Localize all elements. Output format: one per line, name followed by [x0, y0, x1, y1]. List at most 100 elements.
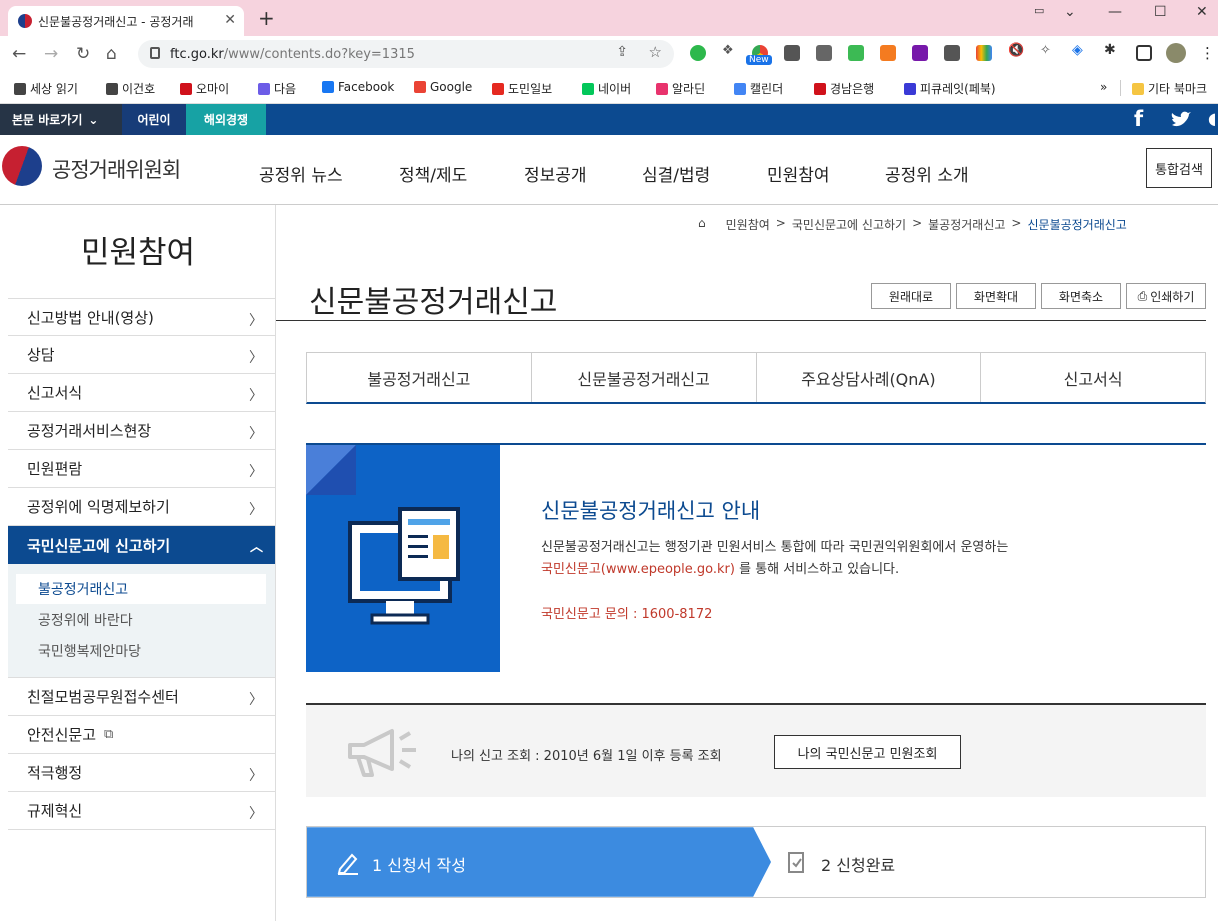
- bookmark-item[interactable]: 캘린더: [734, 80, 783, 97]
- sidebar-item-label: 공정거래서비스현장: [27, 422, 152, 440]
- info-title: 신문불공정거래신고 안내: [541, 499, 761, 523]
- tab-qna[interactable]: 주요상담사례(QnA): [757, 353, 982, 402]
- more-sns-icon[interactable]: ◖: [1208, 109, 1216, 128]
- back-icon[interactable]: ←: [12, 44, 26, 64]
- integrated-search-button[interactable]: 통합검색: [1146, 148, 1212, 188]
- sidebar-item-forms[interactable]: 신고서식 〉: [8, 374, 275, 412]
- profile-avatar[interactable]: [1166, 43, 1186, 63]
- ftc-logo-icon[interactable]: [2, 146, 42, 186]
- bookmark-star-icon[interactable]: ☆: [649, 43, 662, 61]
- breadcrumb-item[interactable]: 민원참여: [726, 216, 770, 233]
- tab-search-icon[interactable]: ▭: [1034, 4, 1044, 17]
- sidebar-item-epeople[interactable]: 국민신문고에 신고하기 ︿: [8, 526, 275, 564]
- breadcrumb-item[interactable]: 국민신문고에 신고하기: [792, 216, 906, 233]
- global-competition-link[interactable]: 해외경쟁: [186, 104, 266, 135]
- layers-icon[interactable]: ◈: [1072, 42, 1088, 58]
- ext-i2-icon[interactable]: [944, 45, 960, 61]
- site-logo-text[interactable]: 공정거래위원회: [52, 154, 181, 184]
- bookmark-label: 네이버: [598, 82, 632, 96]
- zoom-in-button[interactable]: 화면확대: [956, 283, 1036, 309]
- gnb-civil[interactable]: 민원참여: [767, 161, 830, 186]
- reset-zoom-button[interactable]: 원래대로: [871, 283, 951, 309]
- bookmark-item[interactable]: 세상 읽기: [14, 80, 78, 97]
- side-panel-icon[interactable]: [1136, 45, 1152, 61]
- ext-screen-icon[interactable]: [848, 45, 864, 61]
- sidebar-sub-unfair-trade[interactable]: 불공정거래신고: [16, 574, 266, 604]
- other-bookmarks-folder[interactable]: 기타 북마크: [1132, 80, 1207, 97]
- address-bar[interactable]: ftc.go.kr/www/contents.do?key=1315 ⇪ ☆: [138, 40, 674, 68]
- gnb-news[interactable]: 공정위 뉴스: [259, 161, 343, 186]
- bookmark-item[interactable]: Google: [414, 80, 472, 94]
- bookmark-item[interactable]: 이건호: [106, 80, 155, 97]
- sidebar-item-handbook[interactable]: 민원편람 〉: [8, 450, 275, 488]
- my-epeople-lookup-button[interactable]: 나의 국민신문고 민원조회: [774, 735, 961, 769]
- breadcrumb-item[interactable]: 불공정거래신고: [928, 216, 1005, 233]
- mute-icon[interactable]: 🔇: [1008, 43, 1024, 59]
- reload-icon[interactable]: ↻: [76, 44, 90, 64]
- home-icon[interactable]: ⌂: [698, 216, 706, 233]
- sidebar-item-anonymous[interactable]: 공정위에 익명제보하기 〉: [8, 488, 275, 526]
- sidebar-item-proactive[interactable]: 적극행정 〉: [8, 754, 275, 792]
- progress-steps: 1 신청서 작성 2 신청완료: [306, 826, 1206, 898]
- bookmark-item[interactable]: 피큐레잇(페북): [904, 80, 996, 97]
- home-icon[interactable]: ⌂: [106, 44, 117, 64]
- dropbox-icon[interactable]: ❖: [722, 43, 738, 59]
- bird-icon[interactable]: ✧: [1040, 43, 1056, 59]
- site-header: 공정거래위원회 공정위 뉴스 정책/제도 정보공개 심결/법령 민원참여 공정위…: [0, 135, 1218, 205]
- sidebar-item-consult[interactable]: 상담 〉: [8, 336, 275, 374]
- onenote-icon[interactable]: [912, 45, 928, 61]
- sidebar-item-safety[interactable]: 안전신문고 ⧉: [8, 716, 275, 754]
- bookmark-item[interactable]: 오마이: [180, 80, 229, 97]
- close-tab-icon[interactable]: ✕: [224, 12, 236, 28]
- zoom-out-button[interactable]: 화면축소: [1041, 283, 1121, 309]
- sidebar-sub-proposal[interactable]: 국민행복제안마당: [16, 636, 266, 666]
- ext-ghost-icon[interactable]: [816, 45, 832, 61]
- bookmark-item[interactable]: 네이버: [582, 80, 631, 97]
- tab-newspaper[interactable]: 신문불공정거래신고: [532, 353, 757, 402]
- bookmarks-bar: 세상 읽기 이건호 오마이 다음 Facebook Google 도민일보 네이버 알라딘 캘린더…: [0, 72, 1218, 104]
- tab-unfair-trade[interactable]: 불공정거래신고: [307, 353, 532, 402]
- menu-kebab-icon[interactable]: ⋮: [1200, 44, 1215, 62]
- forward-icon[interactable]: →: [44, 44, 58, 64]
- page-title: 신문불공정거래신고: [309, 285, 558, 320]
- tab-forms[interactable]: 신고서식: [981, 353, 1205, 402]
- extensions-puzzle-icon[interactable]: ✱: [1104, 42, 1120, 58]
- ext-ex-icon[interactable]: [880, 45, 896, 61]
- twitter-icon[interactable]: [1170, 111, 1192, 129]
- sidebar-item-video-guide[interactable]: 신고방법 안내(영상) 〉: [8, 298, 275, 336]
- close-window-icon[interactable]: ✕: [1196, 4, 1208, 20]
- kids-link[interactable]: 어린이: [122, 104, 186, 135]
- sidebar-item-kind-officer[interactable]: 친절모범공무원접수센터 〉: [8, 678, 275, 716]
- gnb-disclosure[interactable]: 정보공개: [524, 161, 587, 186]
- bookmark-label: Facebook: [338, 80, 395, 94]
- bookmark-item[interactable]: 도민일보: [492, 80, 552, 97]
- gnb-policy[interactable]: 정책/제도: [399, 161, 467, 186]
- browser-tab[interactable]: 신문불공정거래신고 - 공정거래 ✕: [8, 6, 244, 36]
- epeople-link[interactable]: 국민신문고(www.epeople.go.kr): [541, 562, 735, 577]
- evernote-icon[interactable]: [690, 45, 706, 61]
- chevron-right-icon: 〉: [249, 388, 263, 404]
- chevron-down-icon: ⌄: [88, 112, 99, 127]
- new-tab-icon[interactable]: +: [258, 6, 275, 30]
- print-button[interactable]: ⎙ 인쇄하기: [1126, 283, 1206, 309]
- gnb-about[interactable]: 공정위 소개: [885, 161, 969, 186]
- maximize-icon[interactable]: ☐: [1154, 4, 1167, 20]
- gnb-rulings[interactable]: 심결/법령: [642, 161, 710, 186]
- facebook-icon[interactable]: f: [1134, 107, 1143, 131]
- sidebar-item-regulation[interactable]: 규제혁신 〉: [8, 792, 275, 830]
- share-icon[interactable]: ⇪: [616, 44, 628, 60]
- more-bookmarks-icon[interactable]: »: [1100, 80, 1107, 94]
- ext-colors-icon[interactable]: [976, 45, 992, 61]
- sidebar-sub-suggestion[interactable]: 공정위에 바란다: [16, 605, 266, 635]
- ext-i-icon[interactable]: [784, 45, 800, 61]
- bookmark-label: 경남은행: [830, 82, 875, 96]
- bookmark-item[interactable]: Facebook: [322, 80, 394, 94]
- bookmark-item[interactable]: 경남은행: [814, 80, 874, 97]
- skip-to-content-button[interactable]: 본문 바로가기 ⌄: [0, 104, 122, 135]
- sidebar-item-service-field[interactable]: 공정거래서비스현장 〉: [8, 412, 275, 450]
- bookmark-item[interactable]: 다음: [258, 80, 296, 97]
- chevron-down-icon[interactable]: ⌄: [1064, 4, 1076, 20]
- minimize-icon[interactable]: —: [1108, 4, 1122, 20]
- bookmark-item[interactable]: 알라딘: [656, 80, 705, 97]
- sidebar-item-label: 상담: [27, 346, 55, 364]
